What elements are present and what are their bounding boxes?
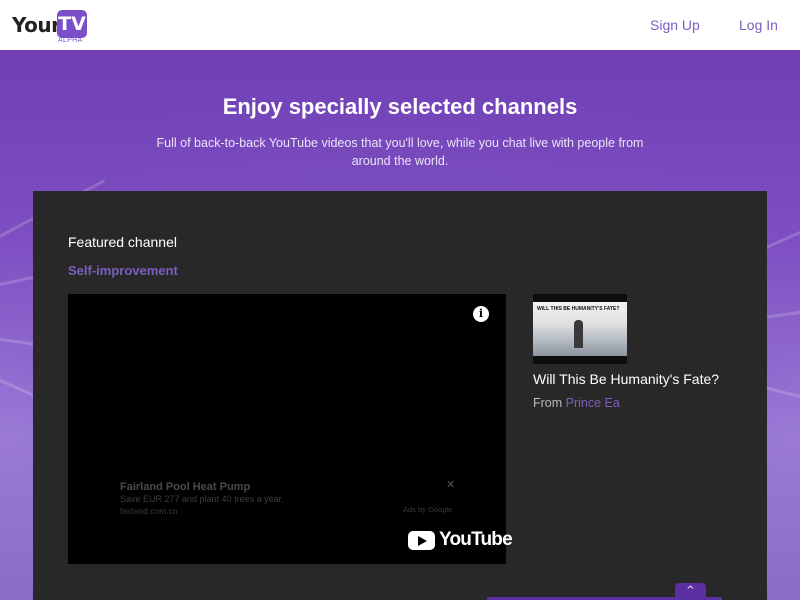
next-video-thumbnail[interactable]: WILL THIS BE HUMANITY'S FATE? xyxy=(533,294,627,364)
from-label: From xyxy=(533,396,563,410)
person-figure-icon xyxy=(574,320,583,348)
logo-alpha-tag: ALPHA xyxy=(58,37,83,44)
ad-text: Save EUR 277 and plant 40 trees a year. xyxy=(120,494,284,504)
video-player[interactable]: i Fairland Pool Heat Pump Save EUR 277 a… xyxy=(68,294,513,564)
ads-by-google-label: Ads by Google xyxy=(403,505,453,514)
signup-link[interactable]: Sign Up xyxy=(650,17,700,33)
logo-tv-badge: TV xyxy=(57,10,87,38)
ad-close-icon[interactable]: ✕ xyxy=(446,478,455,491)
channel-name-link[interactable]: Self-improvement xyxy=(68,263,178,278)
logo-text-your: Your xyxy=(12,13,61,37)
next-video-title[interactable]: Will This Be Humanity's Fate? xyxy=(533,371,719,387)
ad-title[interactable]: Fairland Pool Heat Pump xyxy=(120,481,250,493)
hero-subtitle: Full of back-to-back YouTube videos that… xyxy=(156,136,644,168)
featured-channel-label: Featured channel xyxy=(68,234,177,250)
top-header: Your TV ALPHA Sign Up Log In xyxy=(0,0,800,50)
thumbnail-caption: WILL THIS BE HUMANITY'S FATE? xyxy=(537,306,620,312)
youtube-wordmark: YouTube xyxy=(439,529,513,550)
info-icon[interactable]: i xyxy=(473,306,489,322)
author-link[interactable]: Prince Ea xyxy=(566,396,620,410)
ad-url[interactable]: fairland.com.cn xyxy=(120,506,178,516)
featured-channel-panel: Featured channel Self-improvement i Fair… xyxy=(33,191,767,600)
hero-title: Enjoy specially selected channels xyxy=(222,94,578,119)
video-from-line: From Prince Ea xyxy=(533,396,620,410)
youtube-play-icon xyxy=(408,531,435,550)
login-link[interactable]: Log In xyxy=(739,17,778,33)
thumbnail-image: WILL THIS BE HUMANITY'S FATE? xyxy=(533,302,627,356)
